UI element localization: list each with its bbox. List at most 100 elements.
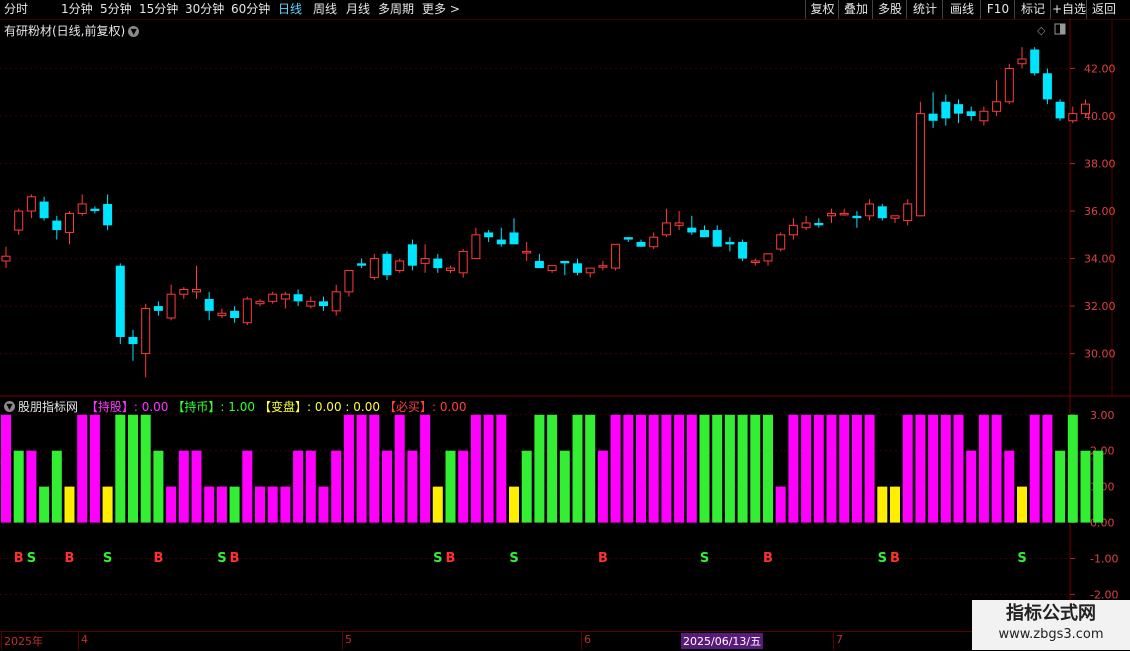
indicator-bar <box>51 450 62 523</box>
candle-body <box>1081 103 1090 115</box>
candle-body <box>65 212 74 233</box>
candle-body <box>484 232 494 238</box>
indicator-bar <box>496 414 507 523</box>
candle-body <box>661 222 671 236</box>
indicator-name: 股朋指标网 <box>18 400 79 414</box>
indicator-bar <box>216 486 227 523</box>
signal-label: B <box>598 551 608 566</box>
indicator-bar <box>255 486 265 523</box>
candle-body <box>217 312 227 317</box>
indicator-bar <box>382 450 392 523</box>
candle-body <box>192 288 201 293</box>
indicator-bar <box>369 414 380 523</box>
indicator-bar <box>763 414 773 523</box>
signal-label: B <box>890 551 900 566</box>
candle-body <box>522 250 532 254</box>
indicator-tick-label: -1.00 <box>1090 553 1118 566</box>
candle-body <box>1030 49 1040 74</box>
indicator-bar <box>1042 414 1053 523</box>
indicator-bar <box>166 486 177 523</box>
candle-body <box>636 241 646 247</box>
candle-body <box>433 258 443 269</box>
candle-body <box>306 300 316 307</box>
candle-body <box>382 253 392 276</box>
candle-body <box>1068 113 1078 122</box>
price-tick-label: 42.00 <box>1084 63 1116 76</box>
indicator-bar <box>318 486 329 523</box>
indicator-bar <box>445 450 456 523</box>
indicator-bar <box>991 414 1002 523</box>
indicator-bar <box>1080 450 1091 523</box>
candle-body <box>141 307 151 355</box>
indicator-header: ▼ 股朋指标网 【持股】: 0.00 【持币】: 1.00 【变盘】: 0.00 : … <box>4 398 467 415</box>
date-tick <box>833 632 834 650</box>
indicator-bar <box>458 450 469 523</box>
candle-body <box>496 239 506 245</box>
indicator-bar <box>775 486 786 523</box>
date-label-0: 2025年 <box>4 635 43 648</box>
candlestick-chart[interactable]: 42.0040.0038.0036.0034.0032.0030.00◇3.00… <box>0 0 1130 630</box>
indicator-bar <box>191 450 202 523</box>
indicator-bar <box>242 450 253 523</box>
candle-body <box>623 237 633 240</box>
date-label-3: 6 <box>584 633 591 646</box>
price-tick-label: 34.00 <box>1084 253 1116 266</box>
candle-body <box>814 222 824 226</box>
candle-body <box>77 203 87 214</box>
date-cursor-label: 2025/06/13/五 <box>681 633 764 649</box>
indicator-bar <box>140 414 151 523</box>
signal-label: B <box>14 551 24 566</box>
signal-label: S <box>878 551 887 566</box>
indicator-bar <box>686 414 697 523</box>
indicator-bar <box>585 414 596 523</box>
candle-body <box>649 236 659 248</box>
signal-label: B <box>65 551 75 566</box>
indicator-bar <box>864 414 875 523</box>
signal-label: B <box>153 551 163 566</box>
signal-label: S <box>217 551 226 566</box>
candle-body <box>776 234 786 250</box>
indicator-bar <box>1017 486 1027 523</box>
candle-body <box>839 212 849 216</box>
candle-body <box>509 232 519 245</box>
date-label-1: 4 <box>81 633 88 646</box>
indicator-bar <box>890 486 900 523</box>
candle-body <box>725 241 735 245</box>
indicator-bar <box>547 414 558 523</box>
candle-body <box>115 265 125 337</box>
indicator-bar <box>128 414 138 523</box>
candle-body <box>1004 68 1014 103</box>
signal-label: B <box>230 551 240 566</box>
signal-label: S <box>1017 551 1026 566</box>
indicator-bar <box>280 486 291 523</box>
candle-body <box>979 110 989 122</box>
indicator-bar <box>978 414 989 523</box>
candle-body <box>915 113 925 217</box>
candle-body <box>573 263 582 273</box>
signal-label: S <box>27 551 36 566</box>
window-icon-fill <box>1060 24 1065 34</box>
candle-body <box>738 241 748 259</box>
candle-body <box>534 260 544 269</box>
candle-body <box>458 250 468 274</box>
candle-body <box>319 301 328 307</box>
candle-body <box>547 265 557 271</box>
indicator-bar <box>89 414 100 523</box>
indicator-bar <box>331 450 342 523</box>
indicator-bar <box>407 450 418 523</box>
candle-body <box>890 215 900 219</box>
candle-body <box>903 203 913 222</box>
indicator-bar <box>623 414 634 523</box>
candle-body <box>687 227 697 233</box>
candle-body <box>1017 58 1027 65</box>
collapse-icon[interactable]: ▼ <box>4 401 15 412</box>
indicator-bar <box>750 414 761 523</box>
indicator-bar <box>699 414 710 523</box>
candle-body <box>827 212 836 217</box>
candle-body <box>14 210 24 231</box>
indicator-bar <box>293 450 304 523</box>
candle-body <box>230 310 240 318</box>
indicator-bar <box>26 450 37 523</box>
candle-body <box>357 263 367 266</box>
indicator-values: 【持股】: 0.00 【持币】: 1.00 【变盘】: 0.00 : 0.00 【必买… <box>82 399 467 414</box>
